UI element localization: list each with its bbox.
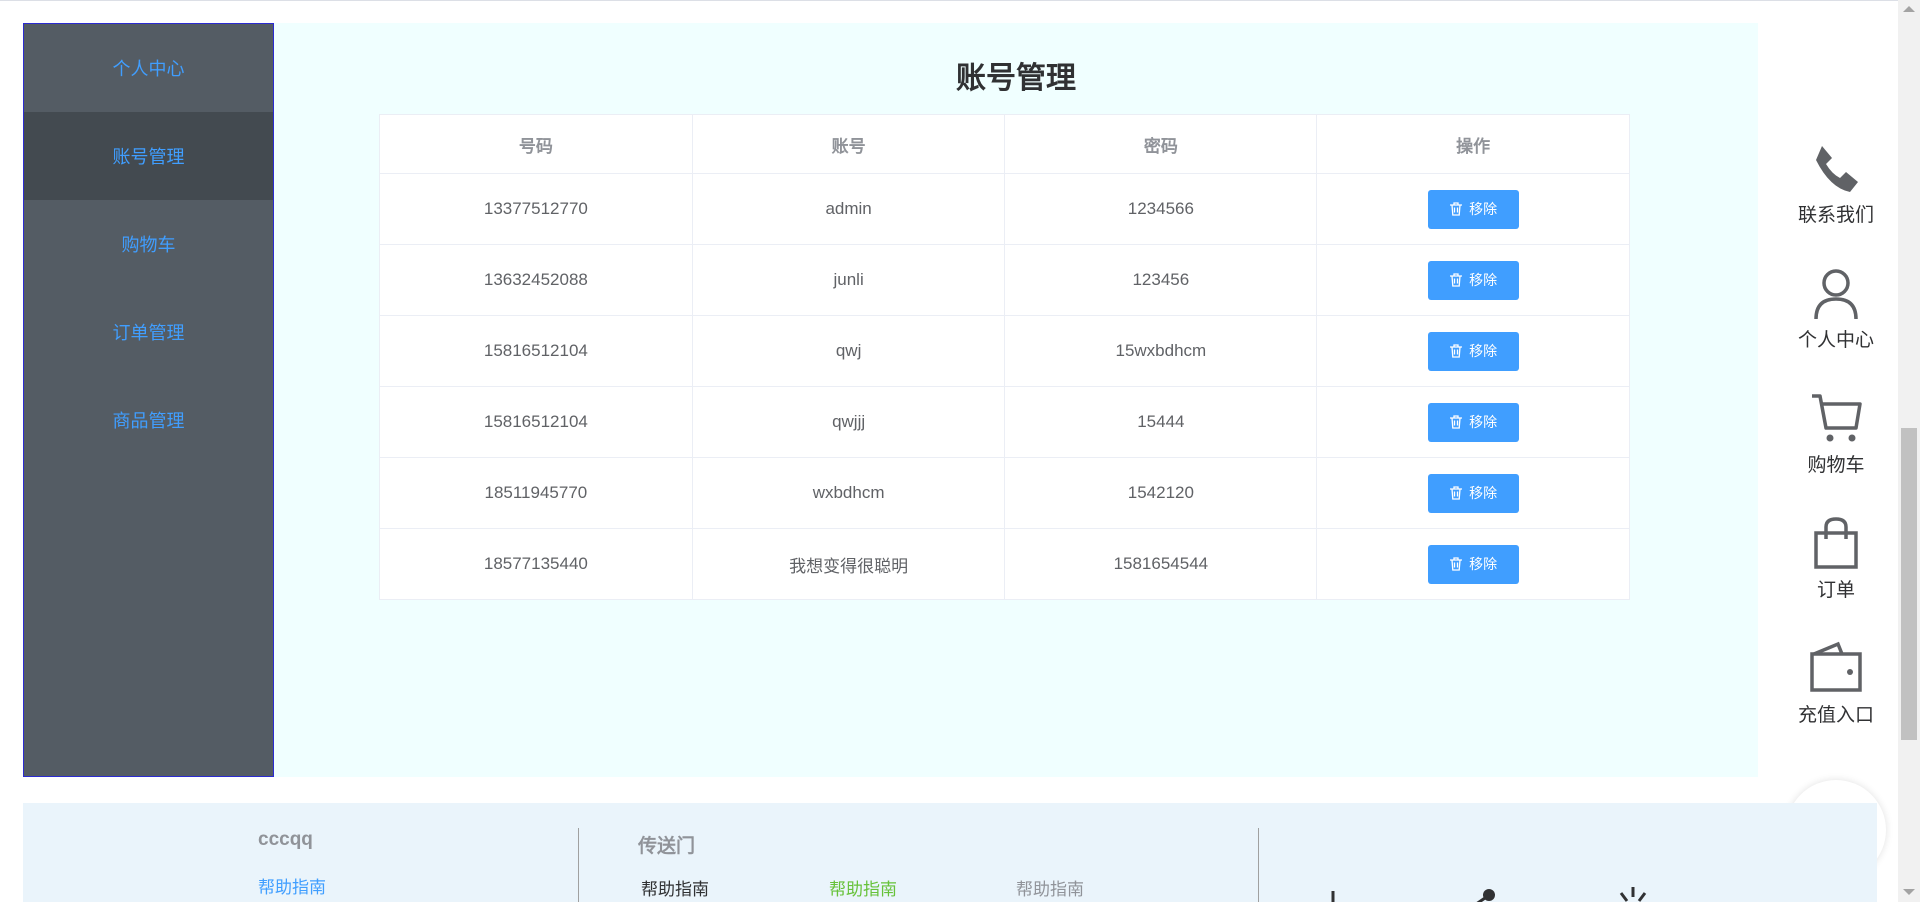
float-contact-us[interactable]: 联系我们 xyxy=(1784,140,1888,227)
wallet-icon xyxy=(1810,641,1862,692)
cell-account: wxbdhcm xyxy=(691,457,1006,529)
cart-icon xyxy=(1812,394,1862,442)
footer-portal-title: 传送门 xyxy=(638,836,696,857)
sidebar-item-label: 购物车 xyxy=(121,235,176,255)
trash-icon xyxy=(1450,415,1463,429)
cell-password: 15wxbdhcm xyxy=(1004,315,1318,387)
footer-divider xyxy=(1258,828,1259,902)
trash-icon xyxy=(1450,486,1463,500)
float-orders[interactable]: 订单 xyxy=(1784,515,1888,602)
page-title: 账号管理 xyxy=(956,62,1076,95)
page-footer: cccqq 帮助指南 传送门 帮助指南 帮助指南 帮助指南 xyxy=(23,803,1877,902)
remove-button-label: 移除 xyxy=(1469,343,1498,359)
footer-loading-icon xyxy=(1619,887,1647,902)
trash-icon xyxy=(1450,273,1463,287)
user-icon xyxy=(1814,269,1858,320)
top-divider xyxy=(0,0,1898,1)
remove-button-label: 移除 xyxy=(1469,485,1498,501)
cell-phone: 18511945770 xyxy=(379,457,693,529)
cell-account: junli xyxy=(691,244,1006,316)
table-header-row: 号码 账号 密码 操作 xyxy=(379,114,1630,174)
float-recharge[interactable]: 充值入口 xyxy=(1784,640,1888,727)
remove-button[interactable]: 移除 xyxy=(1427,331,1519,371)
scroll-thumb[interactable] xyxy=(1901,428,1917,740)
float-label: 订单 xyxy=(1816,580,1855,601)
sidebar-item-order-management[interactable]: 订单管理 xyxy=(24,288,273,376)
remove-button[interactable]: 移除 xyxy=(1427,402,1519,442)
table-row: 18577135440 我想变得很聪明 1581654544 移除 xyxy=(379,528,1630,600)
remove-button[interactable]: 移除 xyxy=(1427,189,1519,229)
cell-account: admin xyxy=(691,173,1006,245)
remove-button[interactable]: 移除 xyxy=(1427,473,1519,513)
cell-phone: 13632452088 xyxy=(379,244,693,316)
main-content: 账号管理 号码 账号 密码 操作 13377512770 admin 1234566… xyxy=(274,23,1758,777)
trash-icon xyxy=(1450,202,1463,216)
cell-action: 移除 xyxy=(1316,315,1630,387)
sidebar-item-label: 账号管理 xyxy=(112,147,185,167)
float-personal-center[interactable]: 个人中心 xyxy=(1784,265,1888,352)
footer-portal-link[interactable]: 帮助指南 xyxy=(641,875,709,900)
cell-action: 移除 xyxy=(1316,173,1630,245)
remove-button[interactable]: 移除 xyxy=(1427,260,1519,300)
sidebar-item-label: 订单管理 xyxy=(112,323,185,343)
scroll-down-arrow-icon[interactable] xyxy=(1903,889,1915,895)
footer-portal-link[interactable]: 帮助指南 xyxy=(1016,875,1084,900)
column-header-account: 账号 xyxy=(691,114,1006,174)
footer-help-link[interactable]: 帮助指南 xyxy=(258,873,326,898)
page-scrollbar[interactable] xyxy=(1898,0,1920,902)
cell-password: 1234566 xyxy=(1004,173,1318,245)
remove-button-label: 移除 xyxy=(1469,556,1498,572)
sidebar-item-shopping-cart[interactable]: 购物车 xyxy=(24,200,273,288)
scroll-up-arrow-icon[interactable] xyxy=(1903,6,1915,12)
table-row: 15816512104 qwj 15wxbdhcm 移除 xyxy=(379,315,1630,387)
table-row: 18511945770 wxbdhcm 1542120 移除 xyxy=(379,457,1630,529)
trash-icon xyxy=(1450,344,1463,358)
cell-phone: 15816512104 xyxy=(379,386,693,458)
column-header-phone: 号码 xyxy=(379,114,693,174)
float-label: 个人中心 xyxy=(1797,330,1874,351)
cell-password: 1581654544 xyxy=(1004,528,1318,600)
sidebar-item-label: 商品管理 xyxy=(112,411,185,431)
cell-phone: 15816512104 xyxy=(379,315,693,387)
footer-share-icon xyxy=(1476,889,1495,902)
float-label: 充值入口 xyxy=(1797,705,1874,726)
cell-password: 1542120 xyxy=(1004,457,1318,529)
cell-phone: 18577135440 xyxy=(379,528,693,600)
remove-button-label: 移除 xyxy=(1469,414,1498,430)
bag-icon xyxy=(1814,517,1858,569)
footer-divider xyxy=(578,828,579,902)
sidebar-item-label: 个人中心 xyxy=(112,59,185,79)
column-header-action: 操作 xyxy=(1316,114,1630,174)
remove-button[interactable]: 移除 xyxy=(1427,544,1519,584)
trash-icon xyxy=(1450,557,1463,571)
footer-brand: cccqq xyxy=(258,829,313,850)
float-label: 联系我们 xyxy=(1797,205,1874,226)
phone-icon xyxy=(1816,146,1858,192)
cell-action: 移除 xyxy=(1316,528,1630,600)
table-row: 15816512104 qwjjj 15444 移除 xyxy=(379,386,1630,458)
cell-password: 15444 xyxy=(1004,386,1318,458)
cell-account: 我想变得很聪明 xyxy=(691,528,1006,600)
accounts-table: 号码 账号 密码 操作 13377512770 admin 1234566 移除 136… xyxy=(379,114,1630,600)
cell-account: qwjjj xyxy=(691,386,1006,458)
sidebar-item-personal-center[interactable]: 个人中心 xyxy=(24,24,273,112)
cell-action: 移除 xyxy=(1316,386,1630,458)
sidebar-item-product-management[interactable]: 商品管理 xyxy=(24,376,273,464)
footer-sun-icon xyxy=(1331,891,1335,902)
column-header-password: 密码 xyxy=(1004,114,1318,174)
cell-action: 移除 xyxy=(1316,457,1630,529)
remove-button-label: 移除 xyxy=(1469,201,1498,217)
sidebar-item-account-management[interactable]: 账号管理 xyxy=(24,112,273,200)
cell-account: qwj xyxy=(691,315,1006,387)
table-row: 13632452088 junli 123456 移除 xyxy=(379,244,1630,316)
footer-portal-link[interactable]: 帮助指南 xyxy=(829,875,897,900)
cell-password: 123456 xyxy=(1004,244,1318,316)
cell-action: 移除 xyxy=(1316,244,1630,316)
cell-phone: 13377512770 xyxy=(379,173,693,245)
table-row: 13377512770 admin 1234566 移除 xyxy=(379,173,1630,245)
remove-button-label: 移除 xyxy=(1469,272,1498,288)
sidebar-menu: 个人中心 账号管理 购物车 订单管理 商品管理 xyxy=(23,23,274,777)
float-shopping-cart[interactable]: 购物车 xyxy=(1784,390,1888,477)
float-label: 购物车 xyxy=(1807,455,1865,476)
